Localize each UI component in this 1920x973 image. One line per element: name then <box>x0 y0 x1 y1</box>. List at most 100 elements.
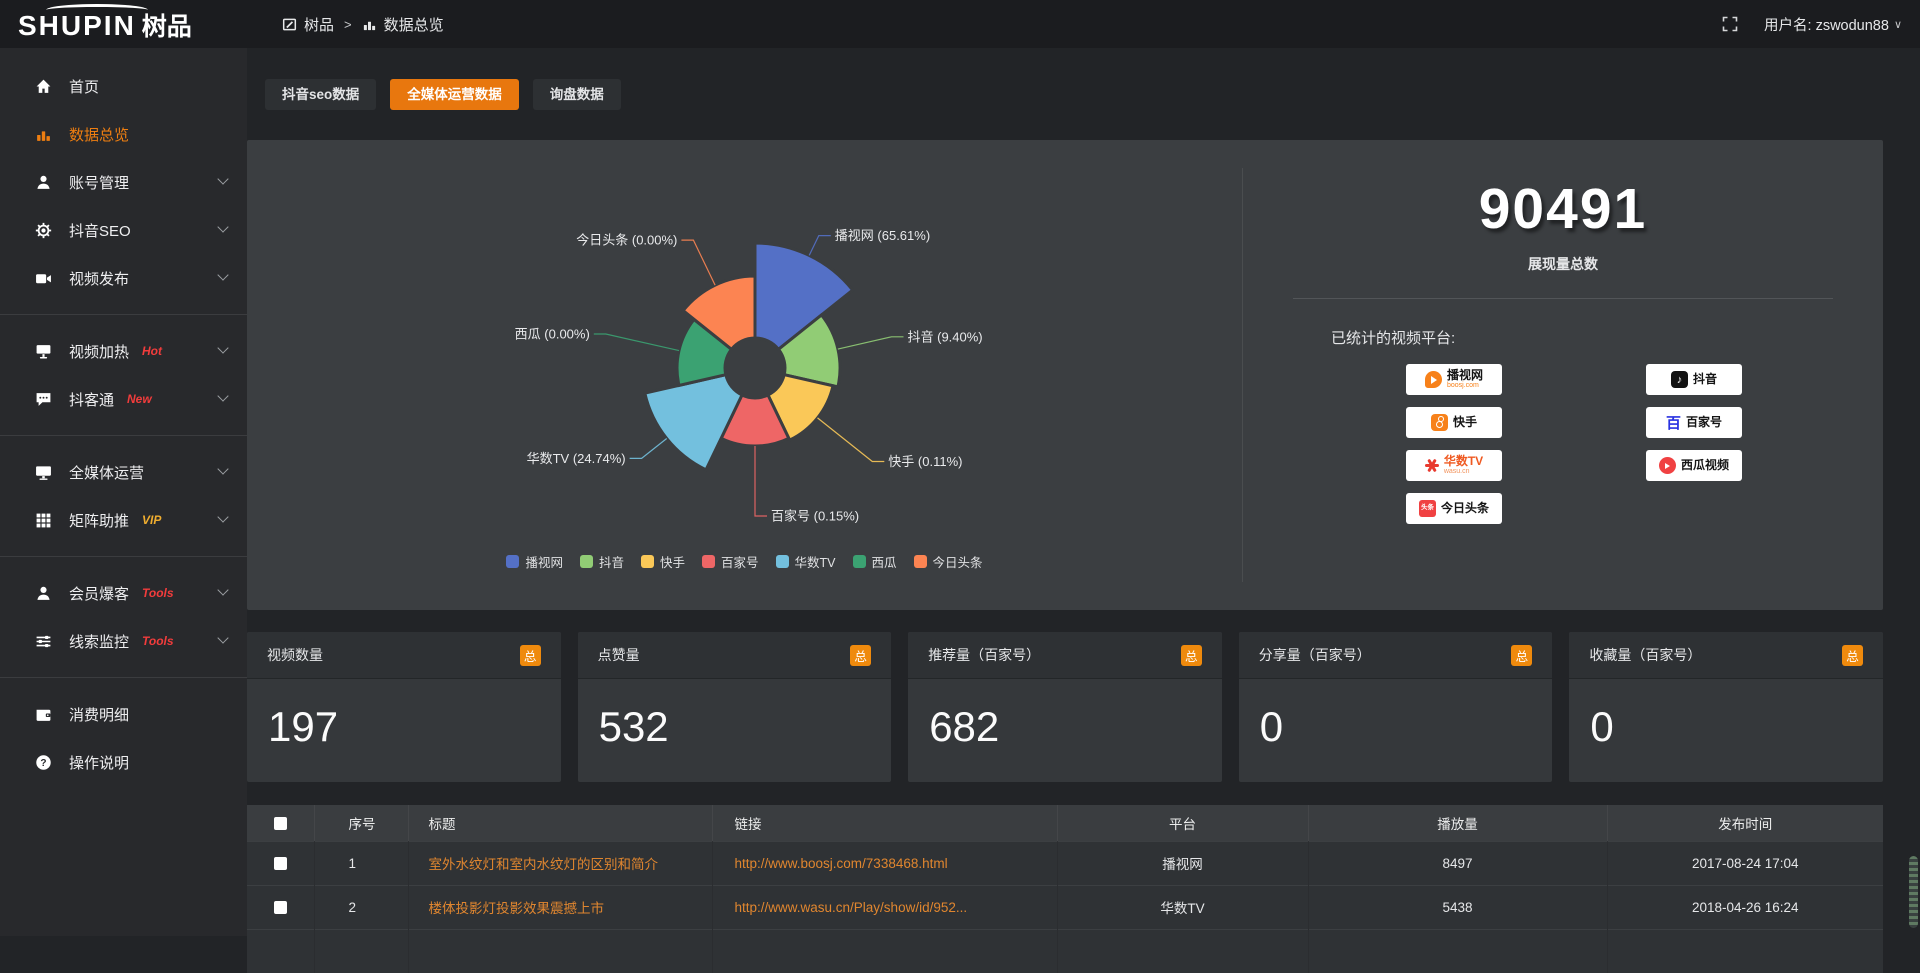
svg-text:?: ? <box>40 757 46 768</box>
row-checkbox[interactable] <box>274 901 287 914</box>
platform-badge-百家号[interactable]: 百百家号 <box>1646 407 1742 438</box>
video-camera-icon <box>34 270 53 287</box>
legend-label: 西瓜 <box>872 552 897 571</box>
scrollbar-thumb[interactable] <box>1909 856 1918 928</box>
pie-label: 西瓜 (0.00%) <box>515 327 590 342</box>
stat-card-header: 视频数量总 <box>247 632 561 679</box>
platform-badge-播视网[interactable]: 播视网boosj.com <box>1406 364 1502 395</box>
stat-card-share-count: 分享量（百家号）总0 <box>1239 632 1553 782</box>
video-title-link[interactable]: 室外水纹灯和室内水纹灯的区别和简介 <box>429 857 659 872</box>
legend-item-百家号[interactable]: 百家号 <box>702 552 759 571</box>
pie-label-line <box>594 334 679 351</box>
stat-card-value: 197 <box>247 679 561 751</box>
video-url-link[interactable]: http://www.boosj.com/7338468.html <box>735 856 948 871</box>
sidebar-divider <box>0 435 247 436</box>
rose-pie-chart[interactable]: 播视网 (65.61%)抖音 (9.40%)快手 (0.11%)百家号 (0.1… <box>247 140 1242 610</box>
legend-item-快手[interactable]: 快手 <box>641 552 685 571</box>
total-badge[interactable]: 总 <box>1511 645 1532 666</box>
sidebar-item-account-manage[interactable]: 账号管理 <box>0 158 247 206</box>
platform-badge-快手[interactable]: 快手 <box>1406 407 1502 438</box>
sidebar-item-label: 抖音SEO <box>69 220 131 241</box>
total-badge[interactable]: 总 <box>1842 645 1863 666</box>
home-icon <box>34 78 53 95</box>
sidebar-item-data-overview[interactable]: 数据总览 <box>0 110 247 158</box>
legend-item-今日头条[interactable]: 今日头条 <box>914 552 983 571</box>
platform-badge-text: 西瓜视频 <box>1681 459 1729 472</box>
chevron-down-icon <box>219 586 228 595</box>
total-badge[interactable]: 总 <box>850 645 871 666</box>
breadcrumb-root[interactable]: 树品 <box>304 14 334 35</box>
cell-index: 2 <box>314 885 408 929</box>
select-all-checkbox[interactable] <box>274 817 287 830</box>
sidebar-item-label: 视频加热 <box>69 341 129 362</box>
platform-badge-今日头条[interactable]: 头条今日头条 <box>1406 493 1502 524</box>
total-impressions-label: 展现量总数 <box>1243 254 1883 274</box>
chart-legend: 播视网抖音快手百家号 华数TV 西瓜今日头条 <box>247 552 1242 571</box>
legend-item-抖音[interactable]: 抖音 <box>580 552 624 571</box>
toutiao-icon: 头条 <box>1419 500 1436 517</box>
app-logo[interactable]: SHUPIN树品 <box>18 7 192 43</box>
tab-media-ops-data[interactable]: 全媒体运营数据 <box>390 79 519 110</box>
main-content: 抖音seo数据全媒体运营数据询盘数据 播视网 (65.61%)抖音 (9.40%… <box>247 48 1883 936</box>
breadcrumb-current[interactable]: 数据总览 <box>384 14 444 35</box>
sidebar-item-douketong[interactable]: 抖客通New <box>0 375 247 423</box>
tab-douyin-seo-data[interactable]: 抖音seo数据 <box>265 79 376 110</box>
sidebar-item-douyin-seo[interactable]: 抖音SEO <box>0 206 247 254</box>
platform-badge-西瓜视频[interactable]: 西瓜视频 <box>1646 450 1742 481</box>
username-label: 用户名: zswodun88 <box>1764 14 1889 35</box>
sidebar-item-label: 账号管理 <box>69 172 129 193</box>
sidebar-item-label: 操作说明 <box>69 752 129 773</box>
sidebar-item-tag: New <box>127 392 152 406</box>
sidebar-item-label: 全媒体运营 <box>69 462 144 483</box>
legend-item-播视网[interactable]: 播视网 <box>506 552 563 571</box>
platform-badge-华数TV[interactable]: 华数TVwasu.cn <box>1406 450 1502 481</box>
cell-publish-time: 2018-04-26 16:24 <box>1607 885 1883 929</box>
sidebar-item-label: 数据总览 <box>69 124 129 145</box>
cell-publish-time: 2017-08-24 17:04 <box>1607 841 1883 885</box>
legend-swatch <box>506 555 519 568</box>
tab-inquiry-data[interactable]: 询盘数据 <box>533 79 621 110</box>
sidebar-item-tag: VIP <box>142 513 161 527</box>
chevron-down-icon <box>219 465 228 474</box>
pie-label: 抖音 (9.40%) <box>908 329 983 344</box>
total-badge[interactable]: 总 <box>1181 645 1202 666</box>
stat-card-title: 收藏量（百家号） <box>1589 645 1701 665</box>
sidebar-item-video-publish[interactable]: 视频发布 <box>0 254 247 302</box>
column-header: 播放量 <box>1308 805 1607 841</box>
sidebar-item-clue-monitor[interactable]: 线索监控Tools <box>0 617 247 665</box>
stat-card-title: 推荐量（百家号） <box>928 645 1040 665</box>
stat-card-value: 682 <box>908 679 1222 751</box>
sidebar-item-member-baoke[interactable]: 会员爆客Tools <box>0 569 247 617</box>
sidebar-item-home[interactable]: 首页 <box>0 62 247 110</box>
sidebar-item-label: 会员爆客 <box>69 583 129 604</box>
sidebar-item-matrix-boost[interactable]: 矩阵助推 VIP <box>0 496 247 544</box>
platform-badge-text: 百家号 <box>1686 416 1722 429</box>
legend-item-华数TV[interactable]: 华数TV <box>776 552 836 571</box>
logo-text-cn: 树品 <box>142 13 192 41</box>
legend-label: 华数TV <box>795 552 836 571</box>
sidebar-item-label: 首页 <box>69 76 99 97</box>
chevron-down-icon <box>219 344 228 353</box>
sidebar-item-operation-help[interactable]: ? 操作说明 <box>0 738 247 786</box>
cell-platform: 播视网 <box>1057 841 1308 885</box>
fullscreen-icon[interactable] <box>1722 16 1738 32</box>
user-menu[interactable]: 用户名: zswodun88 ∨ <box>1764 14 1902 35</box>
sidebar-item-media-ops[interactable]: 全媒体运营 <box>0 448 247 496</box>
pie-slice-华数TV[interactable] <box>645 375 742 470</box>
legend-item-西瓜[interactable]: 西瓜 <box>853 552 897 571</box>
video-title-link[interactable]: 楼体投影灯投影效果震撼上市 <box>429 901 605 916</box>
stat-card-header: 点赞量总 <box>578 632 892 679</box>
sidebar-item-label: 矩阵助推 <box>69 510 129 531</box>
chat-icon <box>34 391 53 408</box>
platform-badge-抖音[interactable]: ♪抖音 <box>1646 364 1742 395</box>
total-badge[interactable]: 总 <box>520 645 541 666</box>
sidebar-item-video-heat[interactable]: 视频加热Hot <box>0 327 247 375</box>
sidebar-item-consumption-detail[interactable]: 消费明细 <box>0 690 247 738</box>
scrollbar[interactable] <box>1909 48 1919 936</box>
sidebar-item-label: 视频发布 <box>69 268 129 289</box>
chevron-down-icon <box>219 634 228 643</box>
row-checkbox[interactable] <box>274 857 287 870</box>
video-url-link[interactable]: http://www.wasu.cn/Play/show/id/952... <box>735 900 968 915</box>
stat-card-value: 0 <box>1239 679 1553 751</box>
legend-label: 播视网 <box>525 552 563 571</box>
